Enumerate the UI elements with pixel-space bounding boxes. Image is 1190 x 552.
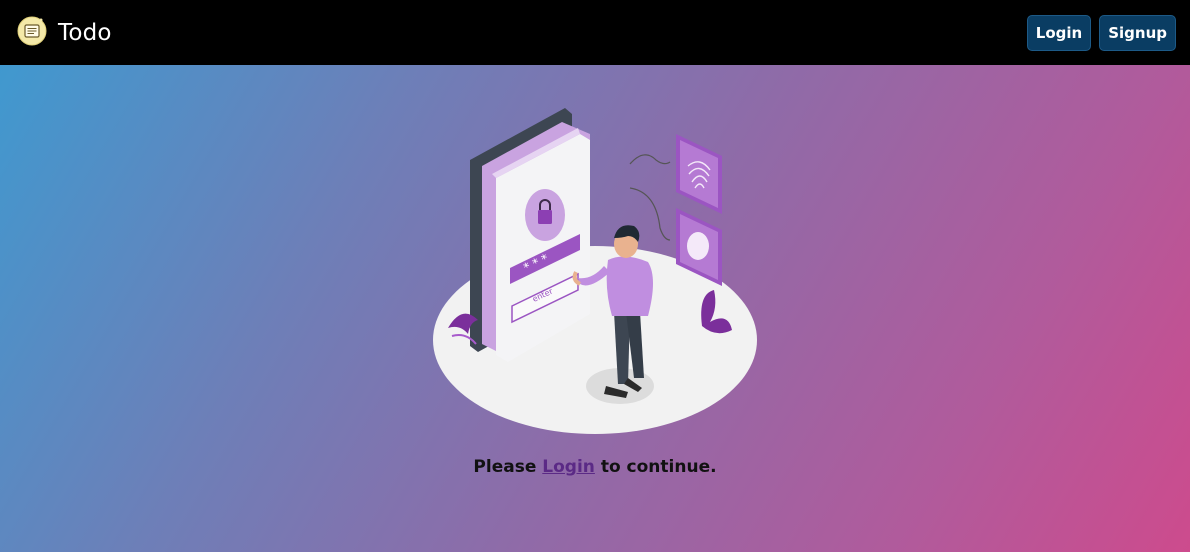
brand-title: Todo — [58, 19, 112, 46]
message-prefix: Please — [473, 457, 543, 477]
login-button[interactable]: Login — [1026, 14, 1092, 51]
signup-button[interactable]: Signup — [1099, 14, 1176, 51]
login-link[interactable]: Login — [542, 457, 595, 477]
brand-link[interactable]: Todo — [17, 16, 112, 50]
message-suffix: to continue. — [594, 457, 717, 477]
security-login-illustration: * * * enter — [430, 100, 760, 440]
nav-buttons: Login Signup — [1026, 14, 1176, 51]
navbar: Todo Login Signup — [0, 0, 1190, 65]
login-prompt: Please Login to continue. — [0, 457, 1190, 477]
notepad-icon — [17, 16, 47, 50]
